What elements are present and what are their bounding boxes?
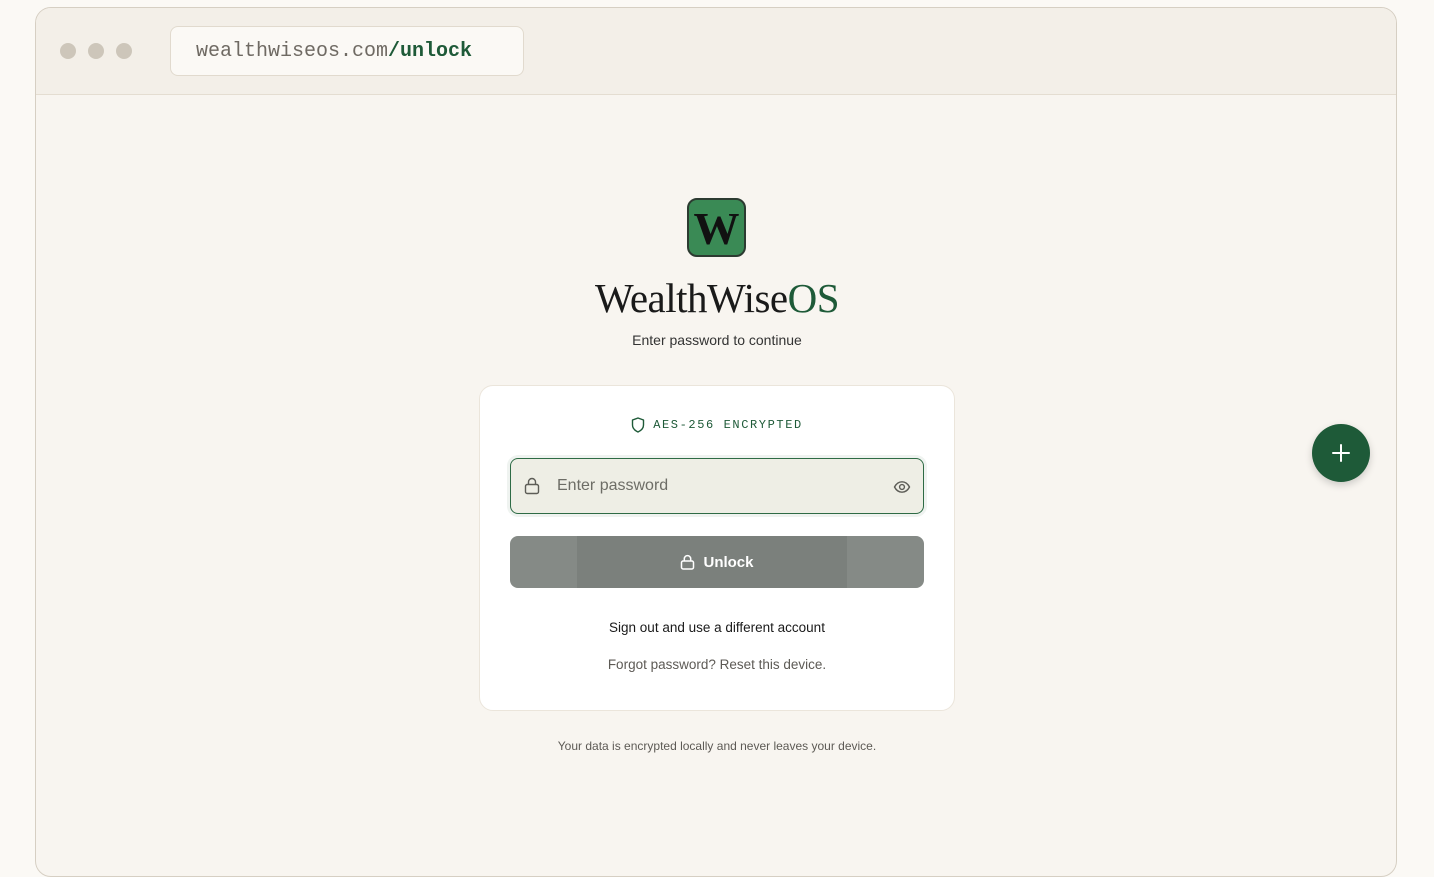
window-minimize-dot[interactable] [88, 43, 104, 59]
browser-titlebar: wealthwiseos.com/unlock [36, 8, 1396, 95]
address-bar[interactable]: wealthwiseos.com/unlock [170, 26, 524, 76]
page-subtitle: Enter password to continue [632, 332, 802, 348]
unlock-card: AES-256 ENCRYPTED Unlock Sign out and us… [479, 385, 955, 711]
eye-icon[interactable] [893, 478, 911, 496]
privacy-note: Your data is encrypted locally and never… [557, 739, 877, 753]
encryption-label: AES-256 ENCRYPTED [653, 418, 803, 432]
app-logo: W [687, 198, 746, 257]
url-domain: wealthwiseos.com [196, 39, 389, 63]
brand-main: WealthWise [594, 275, 788, 321]
shield-icon [631, 417, 645, 433]
add-button[interactable] [1312, 424, 1370, 482]
window-close-dot[interactable] [60, 43, 76, 59]
encryption-badge: AES-256 ENCRYPTED [480, 417, 954, 433]
logo-letter: W [693, 203, 740, 254]
unlock-button-label: Unlock [703, 553, 754, 571]
brand-accent: OS [787, 275, 840, 321]
app-title: WealthWiseOS [36, 274, 1396, 322]
forgot-password-link[interactable]: Forgot password? Reset this device. [480, 657, 954, 672]
lock-icon [524, 477, 540, 495]
sign-out-link[interactable]: Sign out and use a different account [480, 620, 954, 635]
url-path: /unlock [388, 39, 473, 63]
window-zoom-dot[interactable] [116, 43, 132, 59]
password-input[interactable] [557, 459, 877, 513]
password-field[interactable] [510, 458, 924, 514]
lock-icon [681, 554, 695, 570]
plus-icon [1332, 444, 1350, 462]
browser-window: wealthwiseos.com/unlock W WealthWiseOS E… [35, 7, 1397, 877]
unlock-button[interactable]: Unlock [510, 536, 924, 588]
